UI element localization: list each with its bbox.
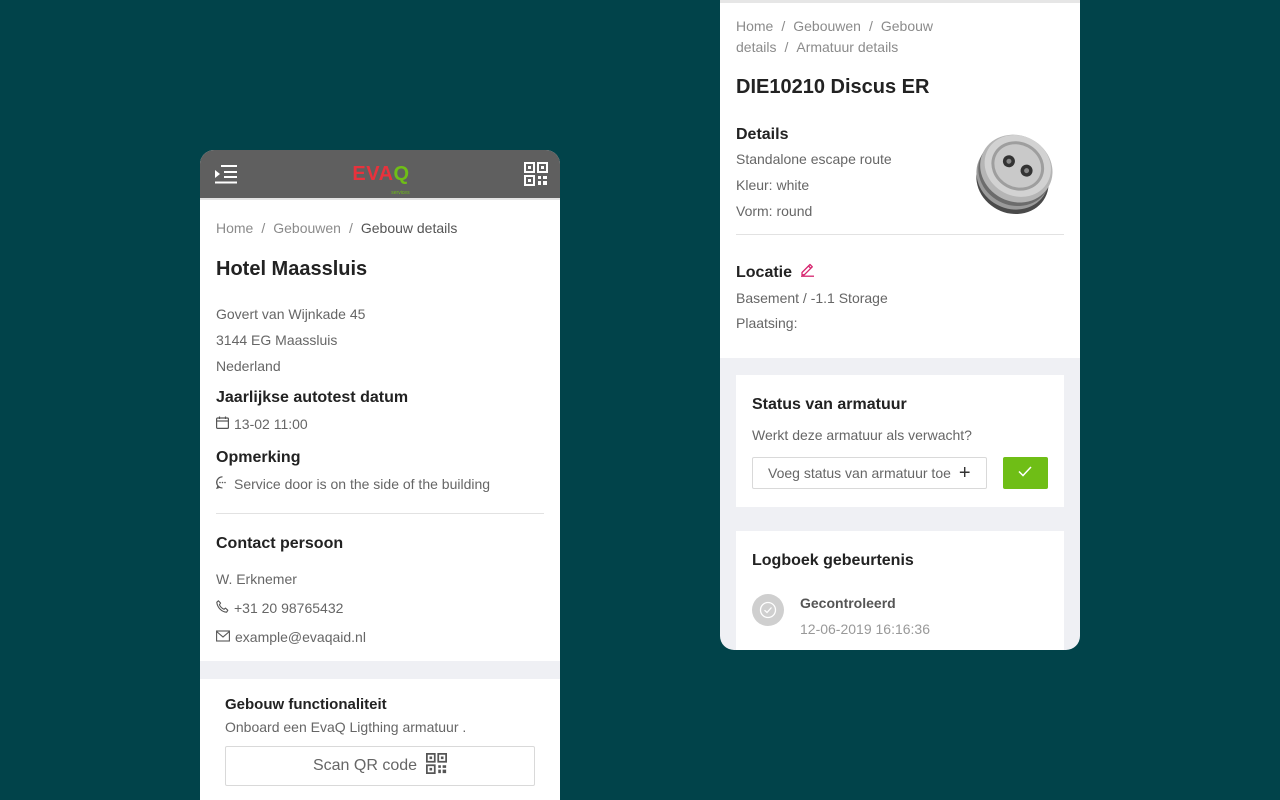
remark-row: Service door is on the side of the build… — [216, 474, 544, 494]
menu-icon[interactable] — [214, 162, 238, 186]
phone-icon — [216, 598, 234, 618]
contact-phone[interactable]: +31 20 98765432 — [234, 598, 343, 618]
remark-heading: Opmerking — [216, 449, 301, 466]
autotest-row: 13-02 11:00 — [216, 414, 544, 434]
calendar-icon — [216, 414, 234, 434]
scan-qr-button[interactable]: Scan QR code — [225, 746, 535, 786]
breadcrumb: Home / Gebouwen / Gebouw details — [216, 220, 458, 236]
address-country: Nederland — [216, 358, 281, 374]
contact-name: W. Erknemer — [216, 571, 297, 587]
app-bar: EVAQ services — [200, 150, 560, 200]
status-row: Voeg status van armatuur toe + — [752, 457, 1048, 489]
add-status-button[interactable]: Voeg status van armatuur toe + — [752, 457, 987, 489]
breadcrumb-current: Armatuur details — [796, 39, 899, 55]
remark-value: Service door is on the side of the build… — [234, 476, 491, 492]
comment-icon — [216, 474, 234, 494]
address-city: 3144 EG Maassluis — [216, 332, 338, 348]
functionality-text: Onboard een EvaQ Ligthing armatuur . — [225, 719, 467, 735]
log-entry-date: 12-06-2019 16:16:36 — [800, 621, 930, 637]
autotest-value: 13-02 11:00 — [234, 416, 308, 432]
log-card: Logboek gebeurtenis Gecontroleerd 12-06-… — [736, 531, 1064, 650]
page-title: Hotel Maassluis — [216, 258, 368, 280]
edit-icon[interactable] — [792, 262, 815, 283]
divider — [736, 234, 1064, 235]
log-entry: Gecontroleerd 12-06-2019 16:16:36 — [752, 594, 1048, 638]
log-entry-text: Gecontroleerd 12-06-2019 16:16:36 — [800, 594, 930, 638]
breadcrumb: Home / Gebouwen / Gebouw details / Armatuur de… — [736, 18, 934, 55]
location-placement: Plaatsing: — [736, 315, 798, 331]
plus-icon: + — [958, 462, 971, 484]
divider — [216, 513, 544, 514]
fixture-info: Home / Gebouwen / Gebouw details / Armatuur de… — [720, 0, 1080, 358]
breadcrumb-buildings[interactable]: Gebouwen — [793, 18, 861, 34]
status-card: Status van armatuur Werkt deze armatuur … — [736, 375, 1064, 507]
contact-heading: Contact persoon — [216, 535, 344, 552]
breadcrumb-home[interactable]: Home — [216, 220, 253, 236]
functionality-heading: Gebouw functionaliteit — [225, 696, 387, 713]
check-circle-icon — [752, 594, 784, 626]
page-title: DIE10210 Discus ER — [736, 76, 930, 98]
status-heading: Status van armatuur — [752, 396, 907, 413]
log-heading: Logboek gebeurtenis — [752, 552, 914, 569]
building-details-screen: EVAQ services Home / Gebouwen / Gebouw detai… — [200, 150, 560, 800]
fixture-details-screen: Home / Gebouwen / Gebouw details / Armatuur de… — [720, 0, 1080, 650]
address-street: Govert van Wijnkade 45 — [216, 306, 366, 322]
contact-email-row[interactable]: example@evaqaid.nl — [216, 627, 544, 647]
location-room: Basement / -1.1 Storage — [736, 290, 888, 306]
fixture-image — [970, 128, 1058, 218]
qr-code-icon — [417, 753, 448, 779]
location-list: Basement / -1.1 Storage Plaatsing: — [736, 286, 1064, 336]
confirm-status-button[interactable] — [1002, 457, 1048, 489]
address: Govert van Wijnkade 45 3144 EG Maassluis… — [216, 301, 544, 379]
status-question: Werkt deze armatuur als verwacht? — [752, 427, 972, 443]
functionality-card: Gebouw functionaliteit Onboard een EvaQ … — [200, 679, 560, 786]
evaq-logo: EVAQ services — [352, 163, 410, 196]
breadcrumb-home[interactable]: Home — [736, 18, 773, 34]
building-content: Home / Gebouwen / Gebouw details Hotel Maass… — [200, 219, 560, 647]
breadcrumb-buildings[interactable]: Gebouwen — [273, 220, 341, 236]
scan-qr-label: Scan QR code — [312, 757, 418, 774]
log-entry-title: Gecontroleerd — [800, 595, 896, 611]
qr-code-icon[interactable] — [523, 162, 548, 186]
contact-email[interactable]: example@evaqaid.nl — [235, 627, 366, 647]
autotest-heading: Jaarlijkse autotest datum — [216, 389, 409, 406]
breadcrumb-current: Gebouw details — [360, 220, 458, 236]
contact-phone-row[interactable]: +31 20 98765432 — [216, 598, 544, 618]
location-heading-row: Locatie — [736, 262, 1064, 283]
section-gap — [200, 661, 560, 679]
location-heading: Locatie — [736, 263, 793, 281]
check-icon — [1018, 464, 1032, 482]
mail-icon — [216, 627, 235, 647]
add-status-label: Voeg status van armatuur toe — [768, 465, 951, 481]
